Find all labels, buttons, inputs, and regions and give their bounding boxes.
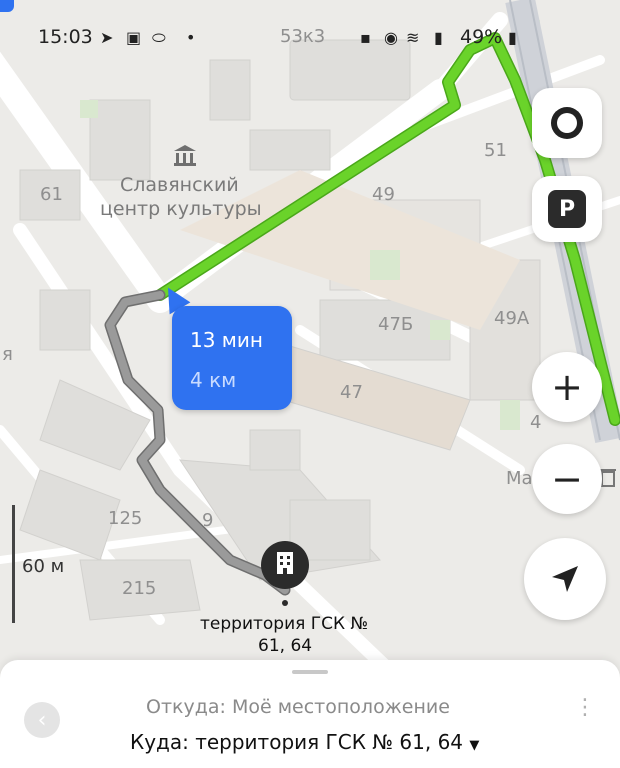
alice-icon — [551, 107, 583, 139]
destination-label-line2[interactable]: 61, 64 — [258, 636, 312, 656]
parking-icon: P — [548, 190, 586, 228]
poi-label-line2[interactable]: центр культуры — [100, 198, 262, 220]
parking-button[interactable]: P — [532, 176, 602, 242]
location-icon: ◉ — [384, 28, 398, 47]
building-label: я — [2, 344, 13, 365]
dropdown-arrow-icon: ▼ — [469, 738, 480, 753]
drag-handle[interactable] — [292, 670, 328, 674]
from-field[interactable]: Откуда: Моё местоположение — [146, 696, 450, 718]
zoom-in-button[interactable]: + — [532, 352, 602, 422]
destination-label-line1[interactable]: территория ГСК № — [200, 614, 368, 634]
signal-icon: ▮ — [434, 28, 443, 47]
to-field-text: Куда: территория ГСК № 61, 64 — [130, 730, 464, 754]
building-label: 47Б — [378, 314, 414, 335]
building-label: 61 — [40, 184, 63, 205]
building-label: 4 — [530, 412, 542, 433]
building-label: 49 — [372, 184, 395, 205]
battery-icon: ▮ — [508, 28, 517, 47]
battery-percent: 49% — [460, 26, 503, 48]
more-notifications-icon: • — [186, 28, 196, 47]
route-time: 13 мин — [190, 328, 263, 352]
more-options-icon[interactable]: ⋮ — [574, 697, 596, 719]
zoom-out-button[interactable]: − — [532, 444, 602, 514]
theatre-icon — [172, 145, 198, 167]
chevron-left-icon: ‹ — [37, 707, 47, 733]
building-label: 215 — [122, 578, 157, 599]
scale-bar — [12, 505, 15, 623]
route-distance: 4 км — [190, 368, 237, 392]
building-label: 51 — [484, 140, 507, 161]
wifi-icon: ≋ — [406, 28, 420, 47]
building-label: 49А — [494, 308, 530, 329]
building-label: Ма — [506, 468, 533, 489]
building-label: 9 — [202, 510, 214, 531]
to-field[interactable]: Куда: территория ГСК № 61, 64 ▼ — [130, 730, 479, 754]
route-info-bubble[interactable]: 13 мин 4 км — [172, 306, 292, 410]
lock-icon: ▪ — [360, 28, 371, 47]
telegram-icon: ➤ — [100, 28, 114, 47]
building-label: 53к3 — [280, 26, 326, 47]
scale-label: 60 м — [22, 556, 65, 577]
route-panel: ‹ Откуда: Моё местоположение Куда: терри… — [0, 660, 620, 768]
link-icon: ⬭ — [152, 28, 166, 47]
status-time: 15:03 — [38, 26, 93, 48]
poi-label-line1[interactable]: Славянский — [120, 174, 239, 196]
building-label: 47 — [340, 382, 363, 403]
back-button[interactable]: ‹ — [24, 702, 60, 738]
alice-button[interactable] — [532, 88, 602, 158]
navigation-arrow-icon — [552, 566, 578, 592]
locate-me-button[interactable] — [524, 538, 606, 620]
corner-indicator — [0, 0, 14, 12]
gallery-icon: ▣ — [126, 28, 142, 47]
building-label: 125 — [108, 508, 143, 529]
